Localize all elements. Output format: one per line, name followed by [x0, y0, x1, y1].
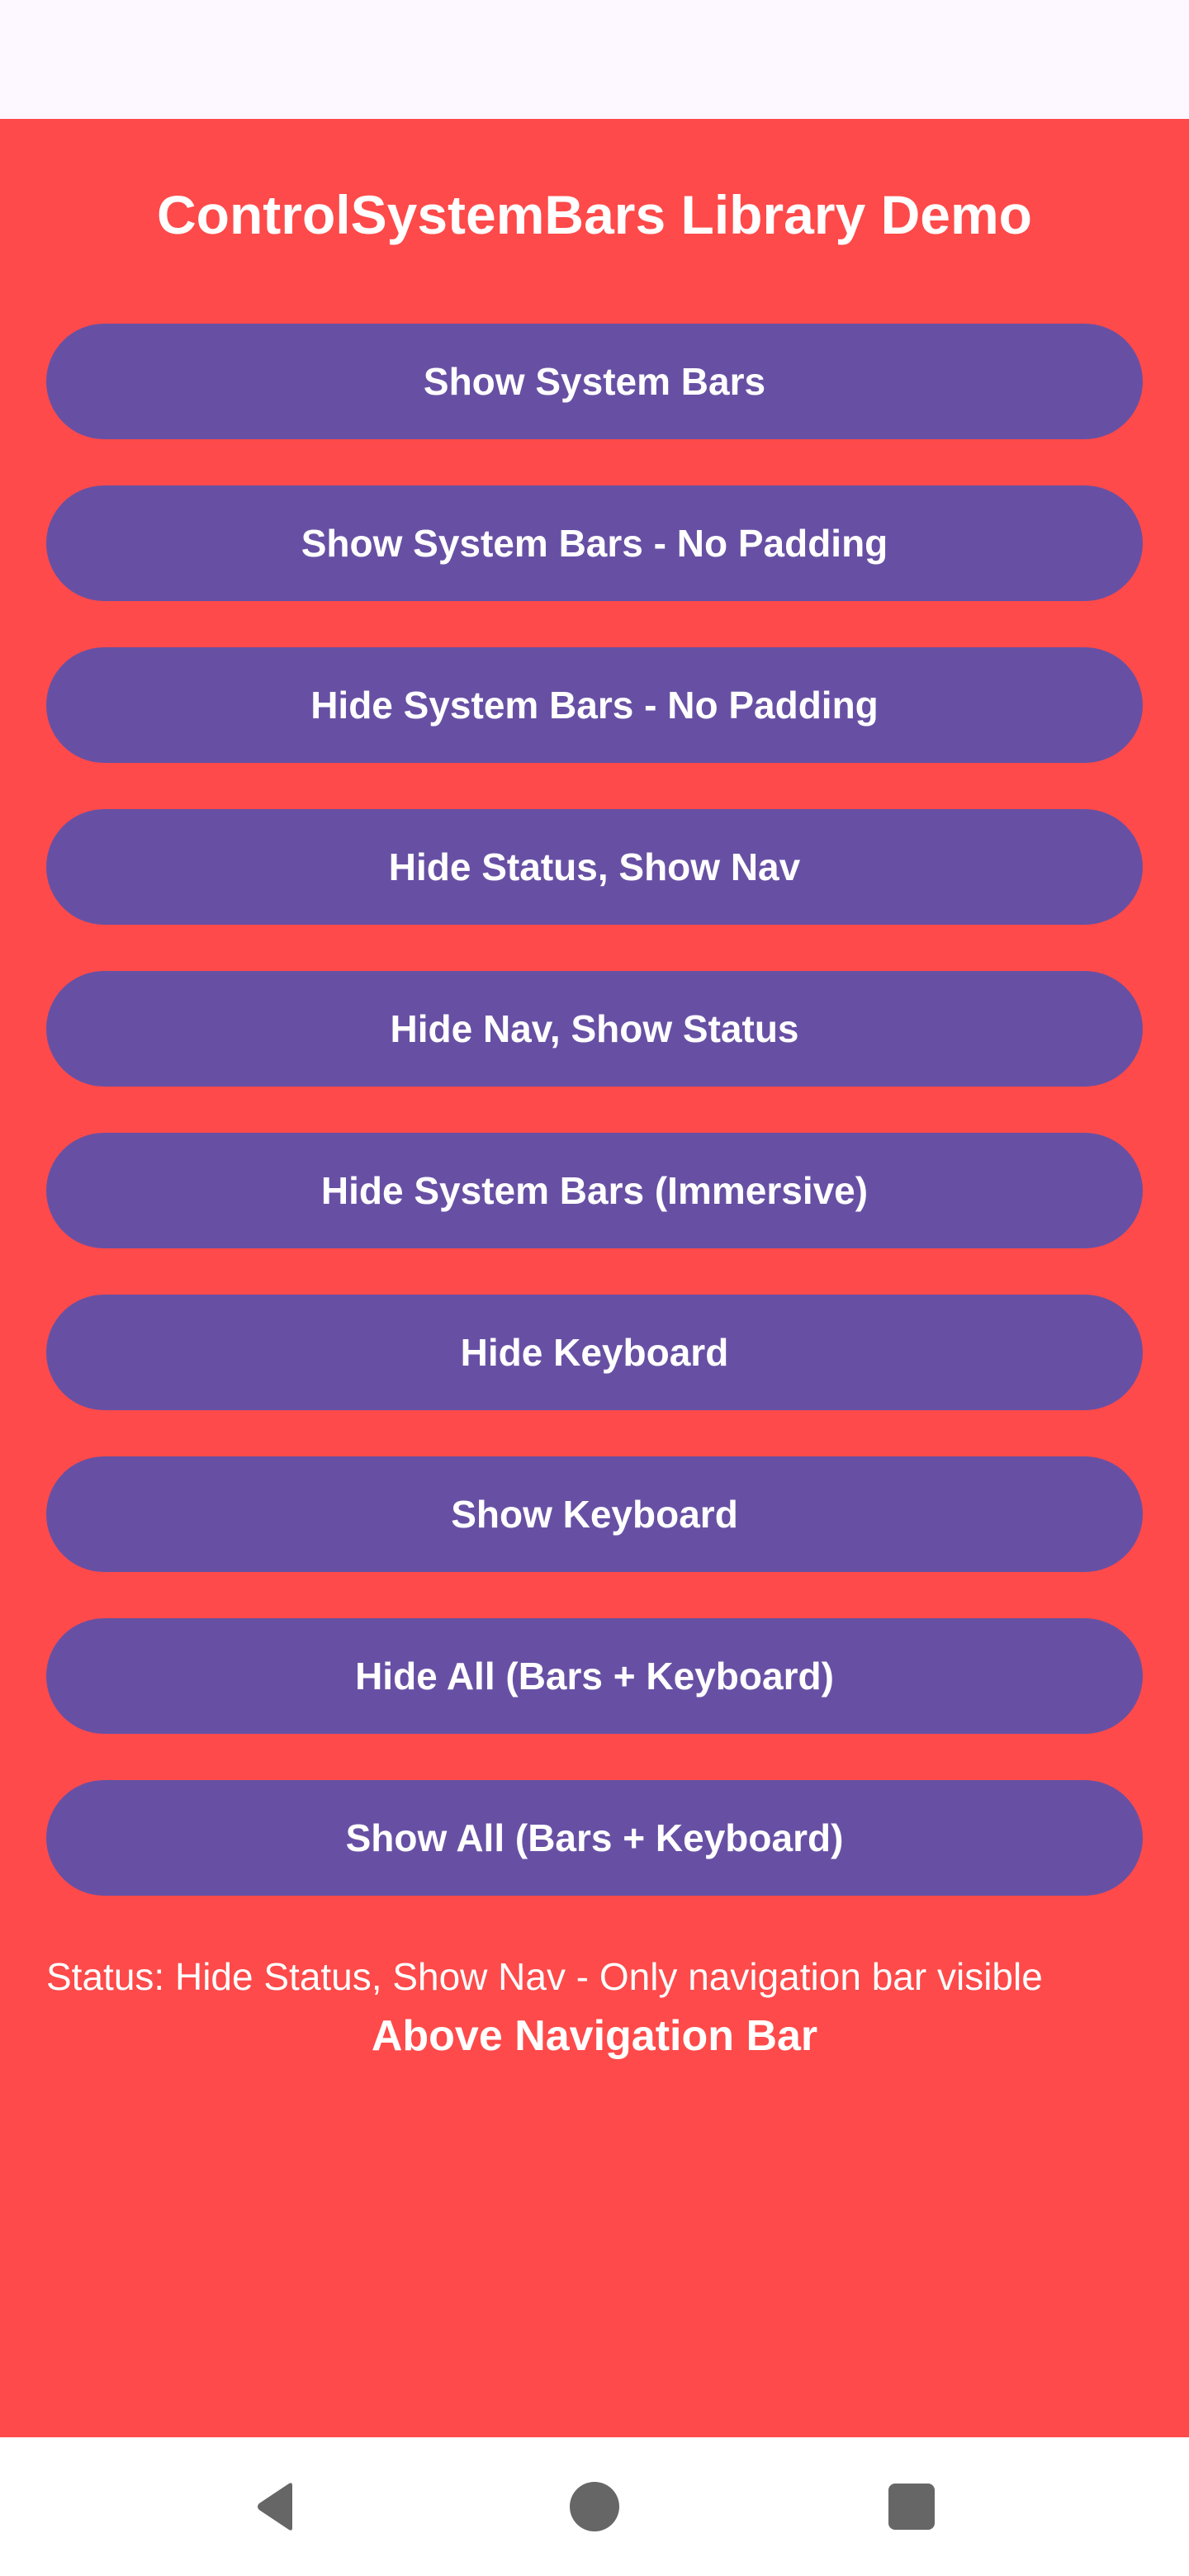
hide-status-show-nav-button[interactable]: Hide Status, Show Nav [46, 809, 1143, 925]
hide-system-bars-no-padding-button[interactable]: Hide System Bars - No Padding [46, 647, 1143, 763]
show-all-button[interactable]: Show All (Bars + Keyboard) [46, 1780, 1143, 1896]
hide-system-bars-immersive-button[interactable]: Hide System Bars (Immersive) [46, 1133, 1143, 1248]
back-button[interactable] [211, 2437, 343, 2576]
status-text: Status: Hide Status, Show Nav - Only nav… [46, 1955, 1043, 1998]
show-system-bars-button[interactable]: Show System Bars [46, 324, 1143, 439]
status-bar-area [0, 0, 1189, 119]
recents-icon [888, 2484, 935, 2530]
hide-all-button[interactable]: Hide All (Bars + Keyboard) [46, 1618, 1143, 1734]
page-title: ControlSystemBars Library Demo [157, 184, 1032, 245]
home-button[interactable] [528, 2437, 661, 2576]
navigation-bar [0, 2437, 1189, 2576]
above-navigation-bar-label: Above Navigation Bar [371, 2012, 818, 2060]
app-content: ControlSystemBars Library Demo Show Syst… [0, 119, 1189, 2437]
recents-button[interactable] [846, 2437, 978, 2576]
hide-nav-show-status-button[interactable]: Hide Nav, Show Status [46, 971, 1143, 1087]
show-system-bars-no-padding-button[interactable]: Show System Bars - No Padding [46, 485, 1143, 601]
show-keyboard-button[interactable]: Show Keyboard [46, 1456, 1143, 1572]
back-icon [258, 2483, 292, 2531]
hide-keyboard-button[interactable]: Hide Keyboard [46, 1295, 1143, 1410]
home-icon [570, 2482, 619, 2531]
button-list: Show System Bars Show System Bars - No P… [46, 324, 1143, 1942]
